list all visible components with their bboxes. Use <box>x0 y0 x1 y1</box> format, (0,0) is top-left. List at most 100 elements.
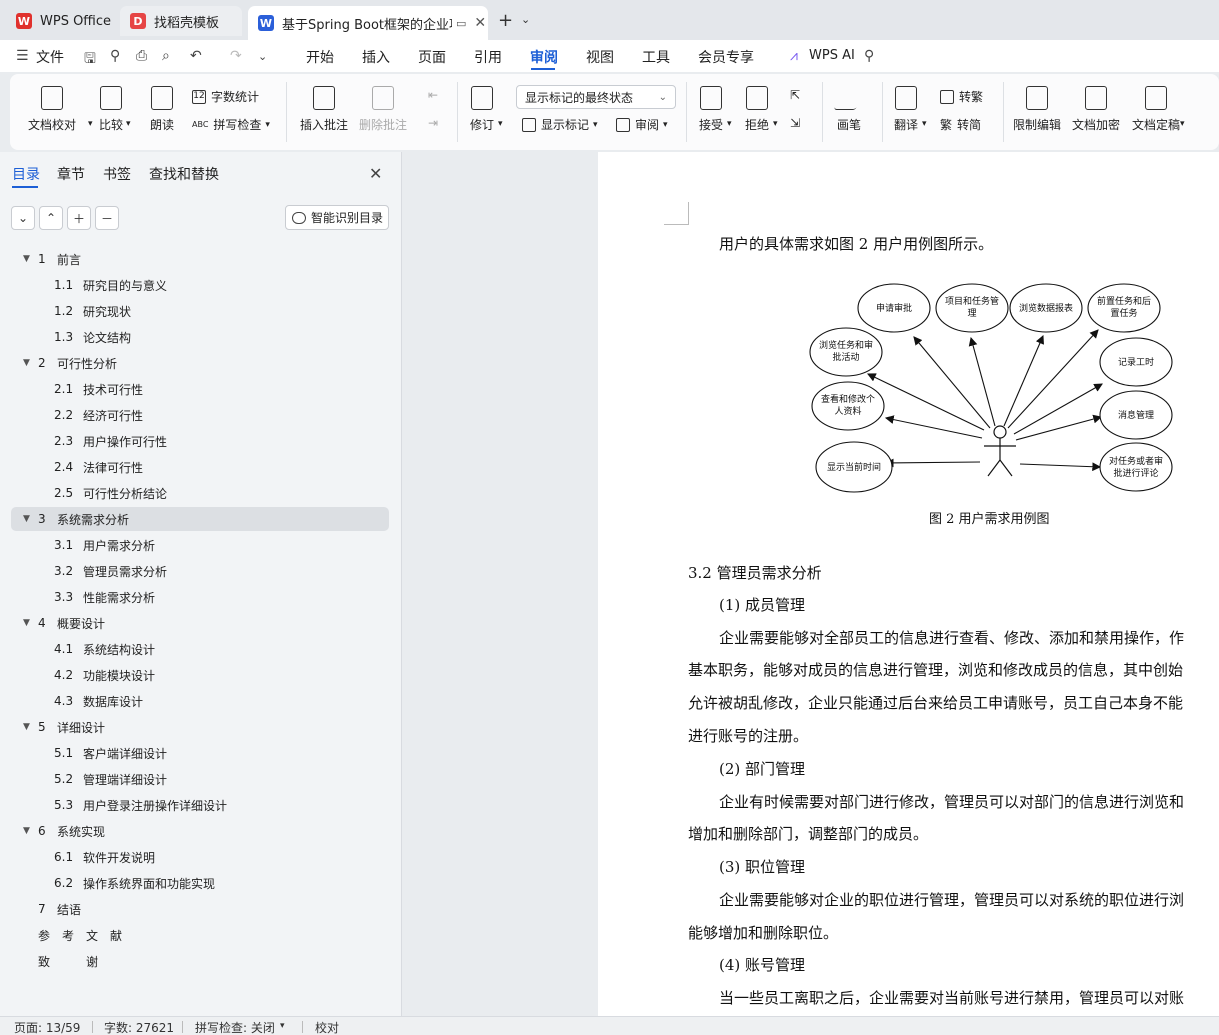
menu-home[interactable]: 开始 <box>306 47 334 67</box>
menu-insert[interactable]: 插入 <box>362 47 390 67</box>
toc-item[interactable]: 3.2 管理员需求分析 <box>54 560 167 582</box>
chevron-down-icon[interactable]: ▾ <box>773 119 778 129</box>
translate-button[interactable]: 翻译 <box>894 86 918 133</box>
read-aloud-button[interactable]: 朗读 <box>150 86 174 133</box>
chevron-down-icon[interactable]: ▾ <box>727 119 732 129</box>
expand-arrow-icon[interactable]: ▼ <box>23 254 30 264</box>
redo-icon[interactable]: ↷ <box>230 48 242 64</box>
to-simplified-button[interactable]: 繁 转简 <box>940 116 981 133</box>
toc-item[interactable]: 5 详细设计 <box>38 716 105 738</box>
new-tab-icon[interactable]: + <box>498 10 513 31</box>
add-heading-button[interactable]: ＋ <box>67 206 91 230</box>
previous-change-icon[interactable]: ⇱ <box>790 88 800 102</box>
toc-item[interactable]: 7 结语 <box>38 898 81 920</box>
show-markup-button[interactable]: 显示标记 ▾ <box>522 116 598 133</box>
remove-heading-button[interactable]: － <box>95 206 119 230</box>
chevron-down-icon[interactable]: ▾ <box>498 119 503 129</box>
smart-toc-button[interactable]: 智能识别目录 <box>285 205 389 230</box>
to-traditional-button[interactable]: 转繁 <box>940 88 983 105</box>
close-icon[interactable]: ✕ <box>369 164 382 183</box>
delete-comment-button[interactable]: 删除批注 <box>359 86 407 133</box>
expand-arrow-icon[interactable]: ▼ <box>23 358 30 368</box>
menu-page[interactable]: 页面 <box>418 47 446 67</box>
expand-all-button[interactable]: ⌄ <box>11 206 35 230</box>
close-icon[interactable]: ✕ <box>474 15 486 31</box>
toc-item[interactable]: 致 谢 <box>38 950 98 972</box>
previous-comment-icon[interactable]: ⇤ <box>428 88 438 102</box>
menu-reference[interactable]: 引用 <box>474 47 502 67</box>
tab-current-document[interactable]: W 基于Spring Boot框架的企业项 ▭ ✕ <box>248 6 488 40</box>
toc-item[interactable]: 3.1 用户需求分析 <box>54 534 155 556</box>
chevron-down-icon[interactable]: ▾ <box>922 119 927 129</box>
menu-file[interactable]: 文件 <box>36 47 64 67</box>
next-comment-icon[interactable]: ⇥ <box>428 116 438 130</box>
toc-item[interactable]: 3.3 性能需求分析 <box>54 586 155 608</box>
accept-button[interactable]: 接受 <box>699 86 723 133</box>
toc-item[interactable]: 1 前言 <box>38 248 81 270</box>
tab-sections[interactable]: 章节 <box>57 164 85 184</box>
print-preview-icon[interactable]: ⌕ <box>162 48 170 64</box>
toc-item[interactable]: 参 考 文 献 <box>38 924 122 946</box>
finalize-button[interactable]: 文档定稿 <box>1132 86 1180 133</box>
tab-bookmarks[interactable]: 书签 <box>103 164 131 184</box>
compare-button[interactable]: 比较 <box>99 86 123 133</box>
toc-item[interactable]: 6.2 操作系统界面和功能实现 <box>54 872 215 894</box>
undo-icon[interactable]: ↶ <box>190 48 202 64</box>
share-icon[interactable]: ⚲ <box>110 48 120 64</box>
doc-check-button[interactable]: 文档校对 <box>28 86 76 133</box>
toc-item[interactable]: 4.2 功能模块设计 <box>54 664 155 686</box>
menu-wps-ai[interactable]: WPS AI <box>809 48 855 63</box>
expand-arrow-icon[interactable]: ▼ <box>23 514 30 524</box>
tab-docer-templates[interactable]: D 找稻壳模板 <box>120 6 242 36</box>
toc-item[interactable]: 6 系统实现 <box>38 820 105 842</box>
next-change-icon[interactable]: ⇲ <box>790 116 800 130</box>
spell-check-status[interactable]: 拼写检查: 关闭 <box>195 1019 275 1035</box>
word-count-button[interactable]: 12 字数统计 <box>192 88 259 105</box>
menu-tools[interactable]: 工具 <box>642 47 670 67</box>
expand-arrow-icon[interactable]: ▼ <box>23 722 30 732</box>
search-icon[interactable]: ⚲ <box>864 48 874 64</box>
expand-arrow-icon[interactable]: ▼ <box>23 826 30 836</box>
proofread-status[interactable]: 校对 <box>315 1019 339 1035</box>
toc-item[interactable]: 4.3 数据库设计 <box>54 690 143 712</box>
chevron-down-icon[interactable]: ▾ <box>280 1021 285 1031</box>
word-count-indicator[interactable]: 字数: 27621 <box>104 1019 174 1035</box>
spell-check-button[interactable]: ABC 拼写检查 ▾ <box>192 116 270 133</box>
chevron-down-icon[interactable]: ⌄ <box>521 13 530 26</box>
restrict-edit-button[interactable]: 限制编辑 <box>1013 86 1061 133</box>
revise-button[interactable]: 修订 <box>470 86 494 133</box>
menu-review[interactable]: 审阅 <box>530 47 558 67</box>
markup-state-select[interactable]: 显示标记的最终状态 ⌄ <box>516 85 676 109</box>
hamburger-icon[interactable]: ☰ <box>16 48 29 64</box>
toc-item[interactable]: 2.2 经济可行性 <box>54 404 143 426</box>
toc-item[interactable]: 4.1 系统结构设计 <box>54 638 155 660</box>
toc-item[interactable]: 2.1 技术可行性 <box>54 378 143 400</box>
toc-item[interactable]: 3 系统需求分析 <box>38 508 129 530</box>
toc-item[interactable]: 1.1 研究目的与意义 <box>54 274 167 296</box>
toc-item[interactable]: 1.3 论文结构 <box>54 326 131 348</box>
expand-arrow-icon[interactable]: ▼ <box>23 618 30 628</box>
collapse-all-button[interactable]: ⌃ <box>39 206 63 230</box>
menu-member[interactable]: 会员专享 <box>698 47 754 67</box>
toc-item[interactable]: 2.5 可行性分析结论 <box>54 482 167 504</box>
document-page[interactable]: 用户的具体需求如图 2 用户用例图所示。 申请审批 项目和任务管 理 浏览数据报… <box>598 152 1219 1016</box>
toc-item[interactable]: 4 概要设计 <box>38 612 105 634</box>
menu-view[interactable]: 视图 <box>586 47 614 67</box>
insert-comment-button[interactable]: 插入批注 <box>300 86 348 133</box>
encrypt-button[interactable]: 文档加密 <box>1072 86 1120 133</box>
reject-button[interactable]: 拒绝 <box>745 86 769 133</box>
toc-item[interactable]: 6.1 软件开发说明 <box>54 846 155 868</box>
toc-item[interactable]: 2.4 法律可行性 <box>54 456 143 478</box>
chevron-down-icon[interactable]: ▾ <box>88 119 93 129</box>
print-icon[interactable]: ⎙ <box>136 48 147 64</box>
review-pane-button[interactable]: 审阅 ▾ <box>616 116 668 133</box>
toc-item[interactable]: 2.3 用户操作可行性 <box>54 430 167 452</box>
tab-wps-office[interactable]: W WPS Office <box>6 6 114 36</box>
chevron-down-icon[interactable]: ⌄ <box>258 50 267 63</box>
toc-item[interactable]: 2 可行性分析 <box>38 352 117 374</box>
toc-item[interactable]: 5.1 客户端详细设计 <box>54 742 167 764</box>
pen-button[interactable]: 画笔 <box>833 86 865 133</box>
toc-item[interactable]: 5.3 用户登录注册操作详细设计 <box>54 794 227 816</box>
save-icon[interactable]: 🖫 <box>84 48 96 72</box>
chevron-down-icon[interactable]: ▾ <box>126 119 131 129</box>
